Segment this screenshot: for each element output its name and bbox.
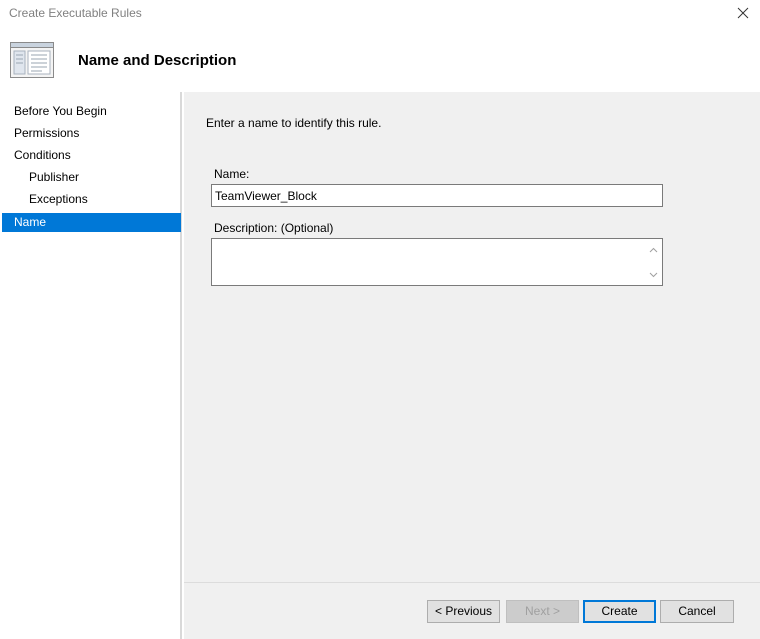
close-button[interactable] (726, 0, 760, 26)
nav-item-name[interactable]: Name (2, 213, 181, 232)
chevron-up-icon (649, 247, 658, 252)
wizard-content: Enter a name to identify this rule. Name… (184, 92, 760, 582)
close-icon (737, 7, 749, 19)
nav-item-conditions[interactable]: Conditions (2, 146, 181, 165)
wizard-steps-nav: Before You Begin Permissions Conditions … (0, 92, 182, 639)
wizard-button-bar: < Previous Next > Create Cancel (184, 582, 760, 639)
previous-button[interactable]: < Previous (427, 600, 500, 623)
nav-item-exceptions[interactable]: Exceptions (2, 190, 181, 209)
scroll-up-button[interactable] (645, 241, 662, 258)
create-button[interactable]: Create (583, 600, 656, 623)
name-label: Name: (214, 167, 250, 181)
chevron-down-icon (649, 272, 658, 277)
create-executable-rules-dialog: Create Executable Rules Name and Descrip… (0, 0, 760, 639)
page-title: Name and Description (78, 52, 237, 69)
description-textarea[interactable] (211, 238, 663, 286)
nav-item-before-you-begin[interactable]: Before You Begin (2, 102, 181, 121)
scroll-down-button[interactable] (645, 266, 662, 283)
title-bar: Create Executable Rules (0, 0, 760, 26)
nav-item-permissions[interactable]: Permissions (2, 124, 181, 143)
instruction-text: Enter a name to identify this rule. (206, 116, 382, 130)
description-scrollbar[interactable] (645, 239, 662, 285)
nav-item-publisher[interactable]: Publisher (2, 168, 181, 187)
window-title: Create Executable Rules (9, 6, 142, 20)
wizard-page-icon (10, 42, 54, 78)
next-button[interactable]: Next > (506, 600, 579, 623)
description-label: Description: (Optional) (214, 221, 334, 235)
wizard-header: Name and Description (0, 26, 760, 92)
name-input[interactable] (211, 184, 663, 207)
cancel-button[interactable]: Cancel (660, 600, 734, 623)
